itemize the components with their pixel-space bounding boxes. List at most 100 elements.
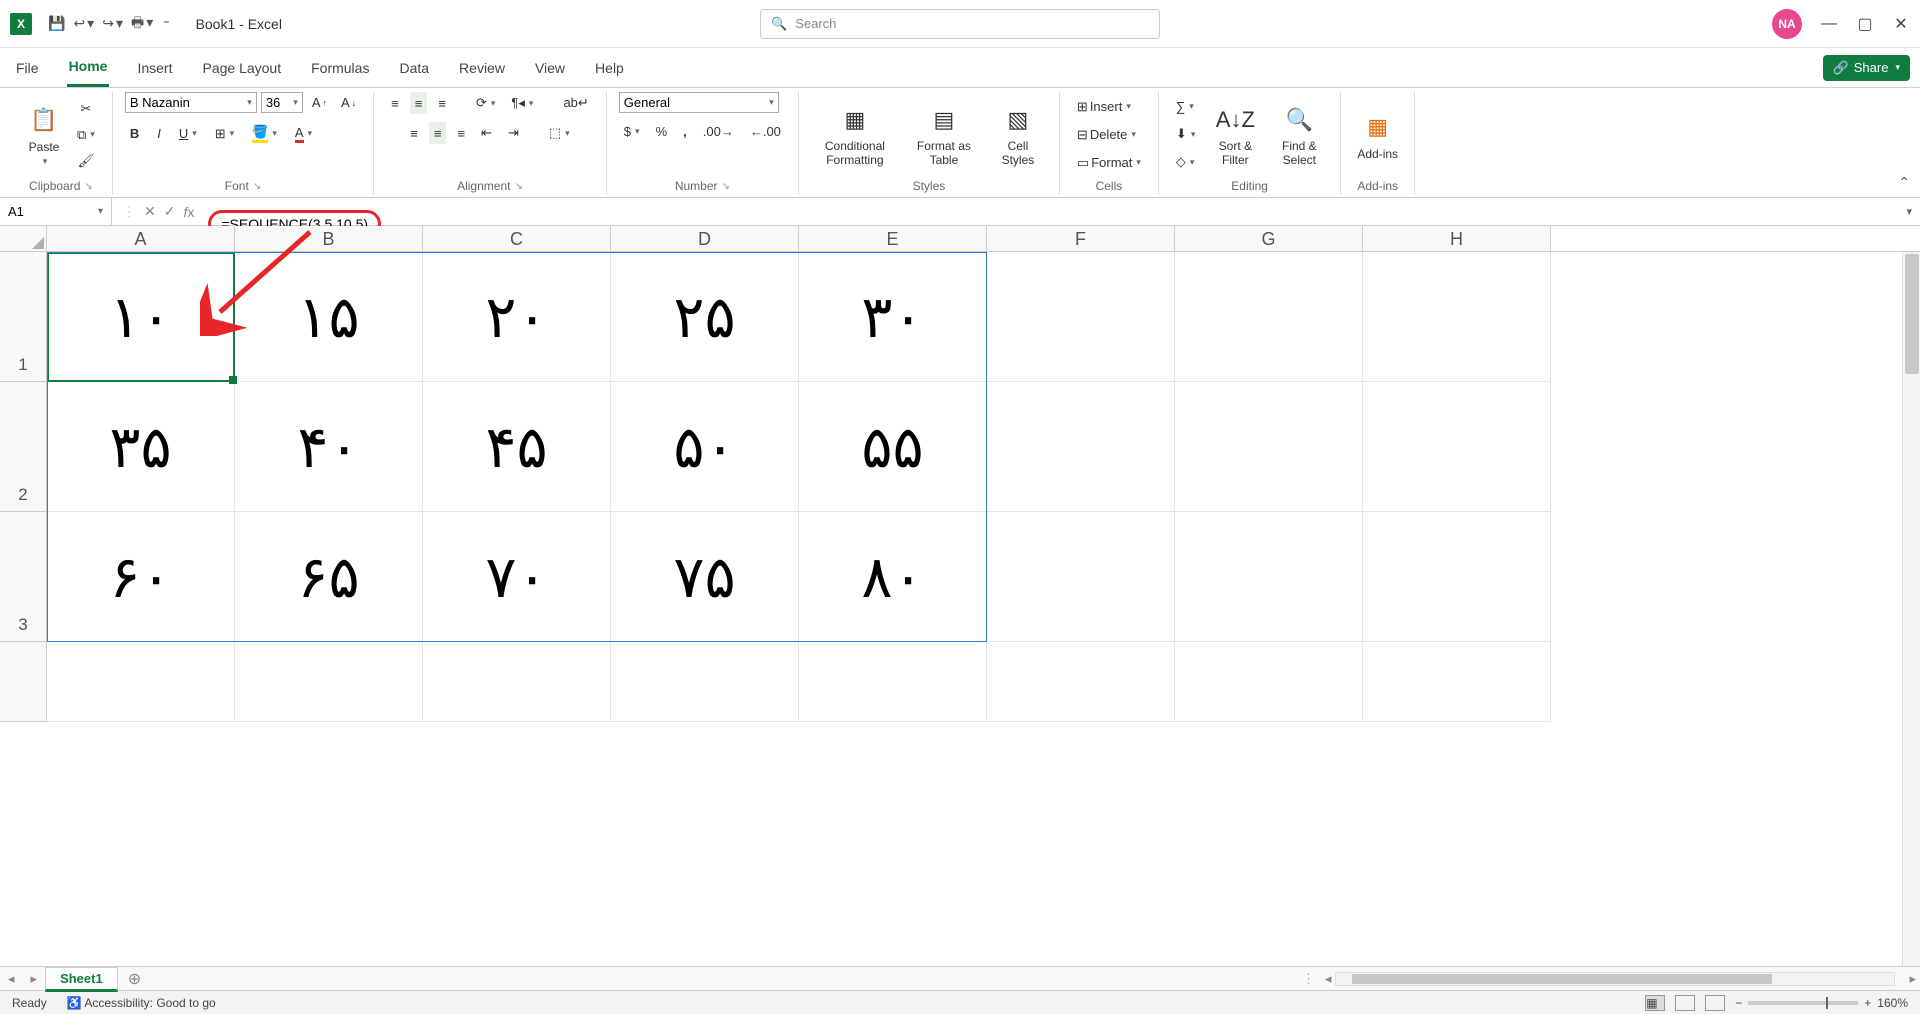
cell-D1[interactable]: ۲۵: [611, 252, 799, 382]
addins-button[interactable]: ▦Add-ins: [1353, 109, 1402, 161]
insert-cells-button[interactable]: ⊞ Insert ▾: [1072, 96, 1136, 118]
alignment-launcher[interactable]: ↘: [514, 181, 522, 192]
save-icon[interactable]: 💾: [48, 15, 65, 32]
cell-Ax[interactable]: [47, 642, 235, 722]
collapse-ribbon-button[interactable]: ⌃: [1898, 174, 1910, 191]
user-avatar[interactable]: NA: [1772, 9, 1802, 39]
column-header-D[interactable]: D: [611, 226, 799, 251]
comma-button[interactable]: ,: [678, 121, 692, 142]
row-header-2[interactable]: 2: [0, 382, 47, 512]
align-middle-button[interactable]: ≡: [410, 92, 428, 114]
clipboard-launcher[interactable]: ↘: [84, 181, 92, 192]
percent-button[interactable]: %: [651, 121, 673, 142]
sheet-tab-sheet1[interactable]: Sheet1: [45, 967, 118, 992]
cut-button[interactable]: ✂: [75, 98, 96, 120]
cell-B1[interactable]: ۱۵: [235, 252, 423, 382]
row-header-3[interactable]: 3: [0, 512, 47, 642]
cell-C3[interactable]: ۷۰: [423, 512, 611, 642]
font-launcher[interactable]: ↘: [253, 181, 261, 192]
cell-Ex[interactable]: [799, 642, 987, 722]
row-header-blank[interactable]: [0, 642, 47, 722]
print-icon[interactable]: 🖶▾: [131, 12, 153, 36]
accessibility-status[interactable]: ♿ Accessibility: Good to go: [67, 996, 216, 1010]
cell-G1[interactable]: [1175, 252, 1363, 382]
cell-G3[interactable]: [1175, 512, 1363, 642]
cell-C1[interactable]: ۲۰: [423, 252, 611, 382]
horizontal-scrollbar[interactable]: [1335, 972, 1895, 986]
cell-Bx[interactable]: [235, 642, 423, 722]
cell-F3[interactable]: [987, 512, 1175, 642]
rtl-button[interactable]: ¶◂▾: [506, 92, 538, 114]
cell-Cx[interactable]: [423, 642, 611, 722]
zoom-slider[interactable]: [1748, 1001, 1858, 1005]
tab-data[interactable]: Data: [397, 50, 431, 86]
increase-font-button[interactable]: A↑: [307, 92, 332, 113]
maximize-button[interactable]: ▢: [1856, 15, 1874, 33]
select-all-corner[interactable]: [0, 226, 47, 252]
wrap-text-button[interactable]: ab↵: [558, 92, 593, 114]
format-cells-button[interactable]: ▭ Format ▾: [1072, 152, 1146, 174]
number-launcher[interactable]: ↘: [722, 181, 730, 192]
qat-customize-icon[interactable]: ⁼: [163, 17, 169, 31]
add-sheet-button[interactable]: ⊕: [118, 969, 151, 989]
fill-button[interactable]: ⬇▾: [1171, 123, 1200, 145]
format-painter-button[interactable]: 🖌: [73, 150, 100, 172]
align-top-button[interactable]: ≡: [386, 92, 404, 114]
increase-decimal-button[interactable]: .00→: [698, 121, 739, 142]
search-box[interactable]: 🔍 Search: [760, 9, 1160, 39]
tab-file[interactable]: File: [14, 50, 41, 86]
cell-C2[interactable]: ۴۵: [423, 382, 611, 512]
cell-F1[interactable]: [987, 252, 1175, 382]
zoom-value[interactable]: 160%: [1877, 996, 1908, 1010]
cell-F2[interactable]: [987, 382, 1175, 512]
paste-button[interactable]: 📋 Paste ▾: [22, 102, 66, 167]
cell-A3[interactable]: ۶۰: [47, 512, 235, 642]
zoom-in-button[interactable]: +: [1864, 996, 1871, 1010]
expand-formula-bar-button[interactable]: ▾: [1898, 205, 1920, 218]
format-as-table-button[interactable]: ▤Format as Table: [905, 102, 983, 166]
cell-E1[interactable]: ۳۰: [799, 252, 987, 382]
zoom-knob[interactable]: [1826, 997, 1828, 1009]
tab-page-layout[interactable]: Page Layout: [200, 50, 283, 86]
tab-view[interactable]: View: [533, 50, 567, 86]
tab-formulas[interactable]: Formulas: [309, 50, 371, 86]
align-bottom-button[interactable]: ≡: [433, 92, 451, 114]
cell-A2[interactable]: ۳۵: [47, 382, 235, 512]
copy-button[interactable]: ⧉▾: [72, 124, 100, 146]
italic-button[interactable]: I: [152, 123, 166, 144]
column-header-H[interactable]: H: [1363, 226, 1551, 251]
page-break-view-button[interactable]: [1705, 995, 1725, 1011]
bold-button[interactable]: B: [125, 123, 144, 144]
hscroll-right[interactable]: ▸: [1905, 971, 1920, 987]
increase-indent-button[interactable]: ⇥: [503, 122, 524, 144]
align-left-button[interactable]: ≡: [405, 122, 423, 144]
cell-H1[interactable]: [1363, 252, 1551, 382]
cell-B3[interactable]: ۶۵: [235, 512, 423, 642]
cell-E2[interactable]: ۵۵: [799, 382, 987, 512]
decrease-font-button[interactable]: A↓: [336, 92, 361, 113]
hscroll-left[interactable]: ◂: [1321, 971, 1336, 987]
column-header-E[interactable]: E: [799, 226, 987, 251]
vertical-scrollbar[interactable]: [1902, 252, 1920, 966]
font-color-button[interactable]: A▾: [290, 122, 317, 146]
normal-view-button[interactable]: ▦: [1645, 995, 1665, 1011]
cell-Fx[interactable]: [987, 642, 1175, 722]
cell-E3[interactable]: ۸۰: [799, 512, 987, 642]
currency-button[interactable]: $▾: [619, 121, 645, 142]
cell-H2[interactable]: [1363, 382, 1551, 512]
tab-review[interactable]: Review: [457, 50, 507, 86]
column-header-C[interactable]: C: [423, 226, 611, 251]
tab-insert[interactable]: Insert: [135, 50, 174, 86]
name-box[interactable]: A1 ▾: [0, 198, 112, 225]
cell-Gx[interactable]: [1175, 642, 1363, 722]
font-name-select[interactable]: B Nazanin▾: [125, 92, 257, 113]
cancel-formula-button[interactable]: ✕: [144, 203, 156, 220]
cell-D2[interactable]: ۵۰: [611, 382, 799, 512]
minimize-button[interactable]: —: [1820, 15, 1838, 33]
border-button[interactable]: ⊞▾: [210, 123, 239, 145]
tab-home[interactable]: Home: [67, 48, 110, 87]
align-right-button[interactable]: ≡: [452, 122, 470, 144]
column-header-A[interactable]: A: [47, 226, 235, 251]
cell-G2[interactable]: [1175, 382, 1363, 512]
sort-filter-button[interactable]: A↓ZSort & Filter: [1206, 102, 1264, 166]
